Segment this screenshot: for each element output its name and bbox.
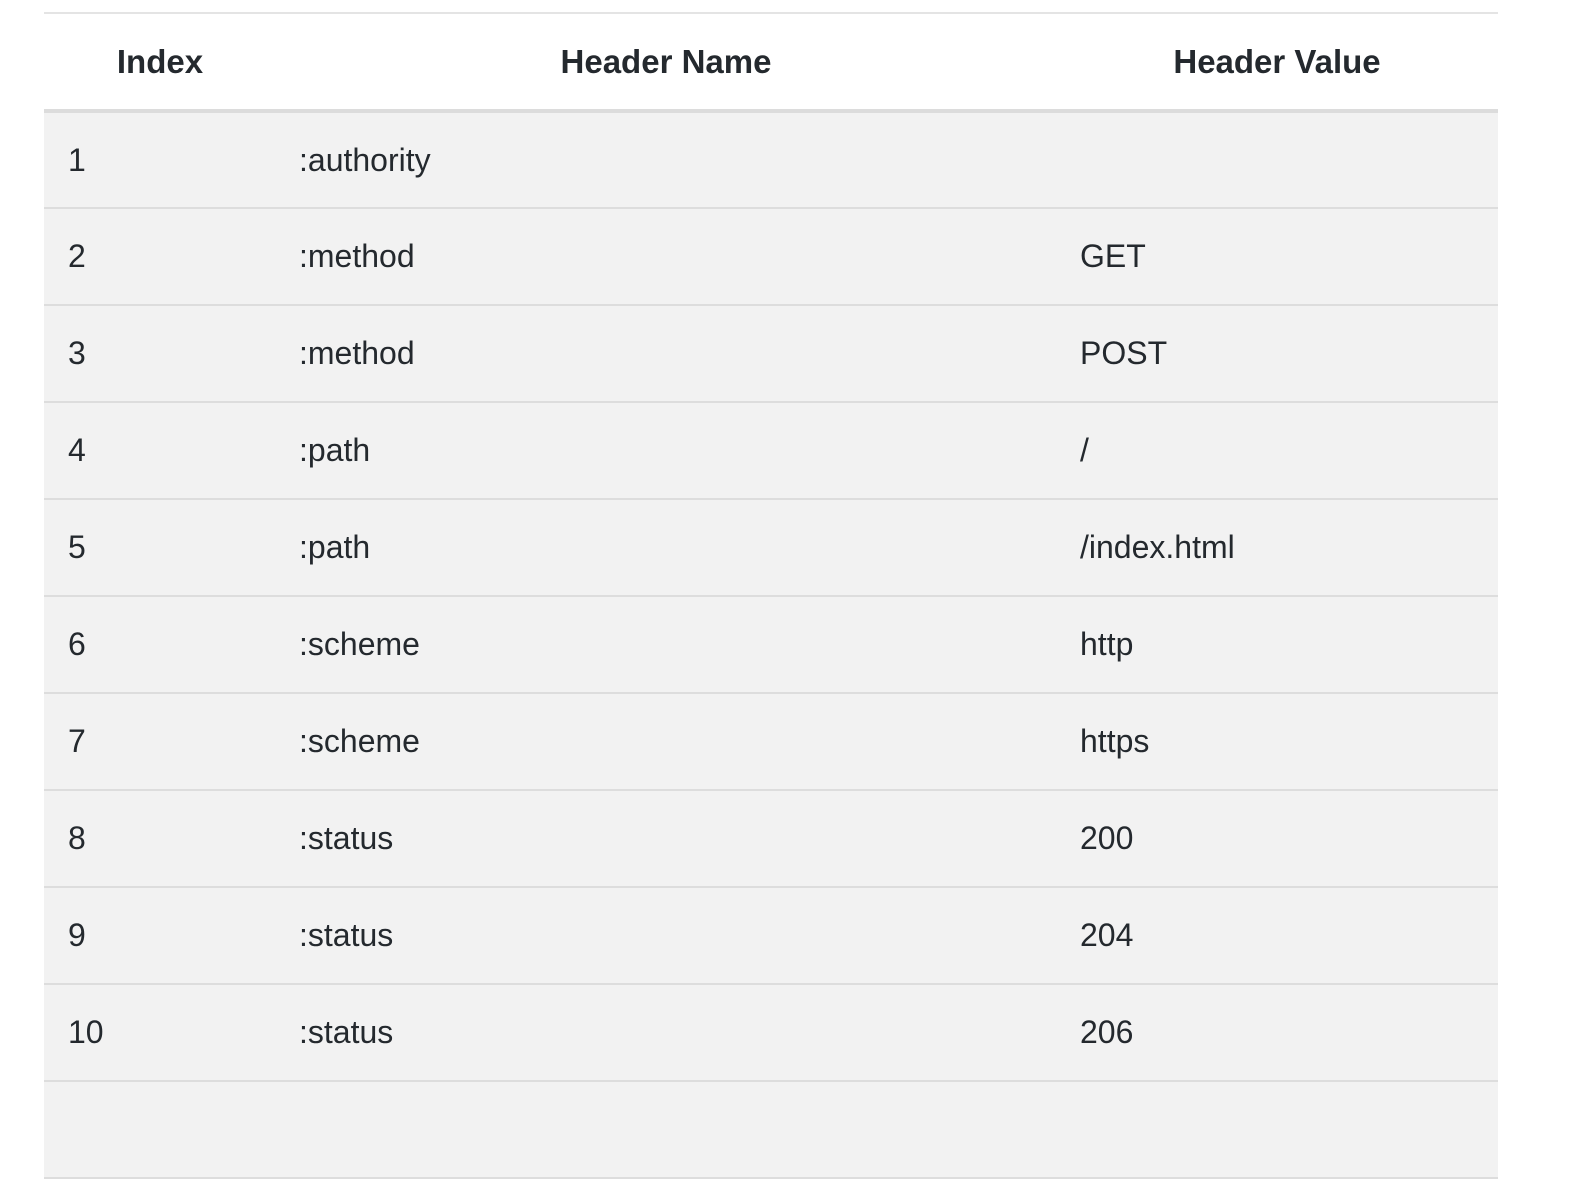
cell-index: 8	[68, 820, 86, 856]
table-row: 4 :path /	[44, 402, 1498, 499]
table-row: 8 :status 200	[44, 790, 1498, 887]
cell-index: 1	[68, 141, 86, 178]
cell-header-name: :status	[299, 820, 394, 856]
cell-header-value: GET	[1080, 238, 1146, 274]
cell-header-name: :method	[299, 238, 415, 274]
table-row: 5 :path /index.html	[44, 499, 1498, 596]
cell-index: 3	[68, 335, 86, 371]
cell-header-name: :scheme	[299, 626, 420, 662]
table-row: 2 :method GET	[44, 208, 1498, 305]
table-header-row: Index Header Name Header Value	[44, 13, 1498, 111]
static-header-table: Index Header Name Header Value 1 :author…	[44, 12, 1498, 1179]
cell-index: 9	[68, 917, 86, 953]
column-header-name: Header Name	[560, 42, 772, 80]
cell-header-name: :scheme	[299, 723, 420, 759]
cell-index: 4	[68, 432, 86, 468]
cell-header-value	[1056, 111, 1498, 208]
cell-header-value: 200	[1080, 820, 1134, 856]
cell-header-name: :status	[299, 917, 394, 953]
cell-header-name: :path	[299, 529, 371, 565]
cell-header-value: https	[1080, 723, 1150, 759]
cell-header-value: /index.html	[1080, 529, 1235, 565]
cell-header-name: :authority	[299, 141, 431, 178]
cell-index: 6	[68, 626, 86, 662]
cell-header-value: http	[1080, 626, 1134, 662]
table-row-partial	[44, 1081, 1498, 1178]
cell-header-value: 206	[1080, 1014, 1134, 1050]
cell-index: 10	[68, 1014, 104, 1050]
cell-header-value: /	[1080, 432, 1089, 468]
table-row: 10 :status 206	[44, 984, 1498, 1081]
table-row: 6 :scheme http	[44, 596, 1498, 693]
table-row: 1 :authority	[44, 111, 1498, 208]
cell-index: 7	[68, 723, 86, 759]
header-table-container: Index Header Name Header Value 1 :author…	[44, 12, 1498, 1179]
cell-header-value: 204	[1080, 917, 1134, 953]
cell-header-name: :status	[299, 1014, 394, 1050]
table-row: 7 :scheme https	[44, 693, 1498, 790]
cell-header-name: :path	[299, 432, 371, 468]
table-body: 1 :authority 2 :method GET 3 :method POS…	[44, 111, 1498, 1178]
cell-header-name: :method	[299, 335, 415, 371]
cell-index: 5	[68, 529, 86, 565]
cell-header-value: POST	[1080, 335, 1168, 371]
table-row: 3 :method POST	[44, 305, 1498, 402]
table-head: Index Header Name Header Value	[44, 13, 1498, 111]
column-header-index: Index	[116, 42, 204, 80]
table-row: 9 :status 204	[44, 887, 1498, 984]
cell-index: 2	[68, 238, 86, 274]
column-header-value: Header Value	[1173, 42, 1381, 80]
